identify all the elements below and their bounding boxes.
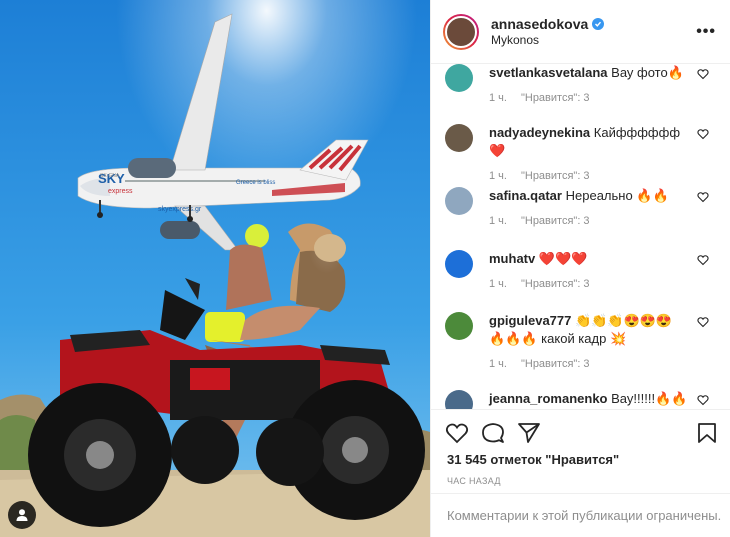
more-options-icon[interactable]: ••• (696, 23, 716, 41)
post-view: SKY express skyexpress.gr Greece is blis… (0, 0, 730, 537)
comment-like-heart-icon[interactable] (697, 394, 709, 406)
comment-username[interactable]: muhatv (489, 251, 535, 266)
comment-likes[interactable]: "Нравится": 3 (521, 92, 590, 104)
comment-row: gpiguleva777 👏👏👏😍😍😍 🔥🔥🔥 какой кадр 💥 1 ч.… (431, 312, 730, 370)
user-icon (16, 509, 28, 521)
comment-likes[interactable]: "Нравится": 3 (521, 170, 590, 182)
comment-body: Нереально 🔥🔥 (565, 188, 669, 203)
comment-likes[interactable]: "Нравится": 3 (521, 215, 590, 227)
comment-text-line: safina.qatar Нереально 🔥🔥 (489, 187, 691, 205)
comment-time[interactable]: 1 ч. (489, 215, 507, 227)
comment-body: Вау!!!!!!🔥🔥 (611, 391, 688, 406)
comment-time[interactable]: 1 ч. (489, 92, 507, 104)
comment-like-heart-icon[interactable] (697, 68, 709, 80)
comment-likes[interactable]: "Нравится": 3 (521, 358, 590, 370)
comment-time[interactable]: 1 ч. (489, 278, 507, 290)
plane-sub: express (108, 188, 133, 195)
comments-restricted-notice: Комментарии к этой публикации ограничены… (431, 493, 730, 537)
comment-username[interactable]: safina.qatar (489, 188, 562, 203)
action-bar (431, 409, 730, 453)
likes-count[interactable]: 31 545 отметок "Нравится" (447, 452, 619, 467)
author-avatar[interactable] (443, 13, 479, 50)
comment-text-line: jeanna_romanenko Вау!!!!!!🔥🔥 (489, 390, 691, 408)
comment-row: jeanna_romanenko Вау!!!!!!🔥🔥 (431, 390, 730, 409)
comment-avatar[interactable] (445, 64, 473, 92)
comment-like-heart-icon[interactable] (697, 254, 709, 266)
comment-meta: 1 ч. "Нравится": 3 (489, 358, 717, 370)
post-side-panel: annasedokova Mykonos ••• svetlankasvetal… (430, 0, 730, 537)
comment-list[interactable]: svetlankasvetalana Вау фото🔥 1 ч. "Нравитс… (431, 64, 730, 409)
comment-row: safina.qatar Нереально 🔥🔥 1 ч. "Нравится":… (431, 187, 730, 227)
photo-illustration: SKY express skyexpress.gr Greece is blis… (0, 0, 430, 537)
comment-meta: 1 ч. "Нравится": 3 (489, 215, 717, 227)
comment-icon[interactable] (481, 422, 505, 444)
comment-avatar[interactable] (445, 124, 473, 152)
share-icon[interactable] (517, 422, 541, 444)
comment-like-heart-icon[interactable] (697, 191, 709, 203)
comment-like-heart-icon[interactable] (697, 316, 709, 328)
comment-text-line: muhatv ❤️❤️❤️ (489, 250, 691, 268)
comment-avatar[interactable] (445, 250, 473, 278)
post-location[interactable]: Mykonos (491, 32, 696, 48)
post-photo[interactable]: SKY express skyexpress.gr Greece is blis… (0, 0, 430, 537)
comment-text-line: gpiguleva777 👏👏👏😍😍😍 🔥🔥🔥 какой кадр 💥 (489, 312, 691, 348)
plane-site: skyexpress.gr (158, 206, 202, 213)
plane-slogan: Greece is bliss (236, 180, 275, 186)
comment-row: nadyadeynekina Кайфффффф❤️ 1 ч. "Нравится"… (431, 124, 730, 182)
comment-username[interactable]: jeanna_romanenko (489, 391, 608, 406)
comment-username[interactable]: gpiguleva777 (489, 313, 571, 328)
comment-row: svetlankasvetalana Вау фото🔥 1 ч. "Нравитс… (431, 64, 730, 104)
comment-meta: 1 ч. "Нравится": 3 (489, 92, 717, 104)
comment-time[interactable]: 1 ч. (489, 358, 507, 370)
comment-meta: 1 ч. "Нравится": 3 (489, 278, 717, 290)
post-header: annasedokova Mykonos ••• (431, 0, 730, 64)
comment-row: muhatv ❤️❤️❤️ 1 ч. "Нравится": 3 (431, 250, 730, 290)
comment-body: Вау фото🔥 (611, 65, 684, 80)
verified-icon (592, 17, 605, 30)
comment-username[interactable]: nadyadeynekina (489, 125, 590, 140)
comment-text-line: nadyadeynekina Кайфффффф❤️ (489, 124, 691, 160)
comment-text-line: svetlankasvetalana Вау фото🔥 (489, 64, 691, 82)
comment-body: ❤️❤️❤️ (538, 251, 588, 266)
comment-like-heart-icon[interactable] (697, 128, 709, 140)
comment-avatar[interactable] (445, 312, 473, 340)
comment-avatar[interactable] (445, 390, 473, 409)
author-username[interactable]: annasedokova (491, 16, 588, 32)
save-bookmark-icon[interactable] (697, 422, 717, 444)
like-heart-icon[interactable] (445, 422, 469, 444)
comment-meta: 1 ч. "Нравится": 3 (489, 170, 717, 182)
comment-username[interactable]: svetlankasvetalana (489, 65, 608, 80)
plane-reg: SX-GNA (100, 173, 120, 179)
post-time[interactable]: ЧАС НАЗАД (447, 476, 501, 486)
comment-likes[interactable]: "Нравится": 3 (521, 278, 590, 290)
tagged-users-button[interactable] (8, 501, 36, 529)
comment-avatar[interactable] (445, 187, 473, 215)
comment-time[interactable]: 1 ч. (489, 170, 507, 182)
